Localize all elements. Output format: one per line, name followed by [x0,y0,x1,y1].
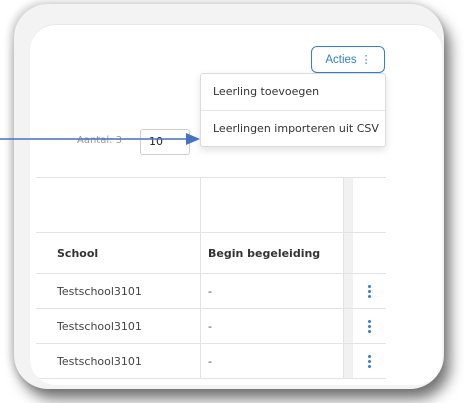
annotation-arrow [0,133,200,145]
annotation-arrow-head [186,133,200,145]
